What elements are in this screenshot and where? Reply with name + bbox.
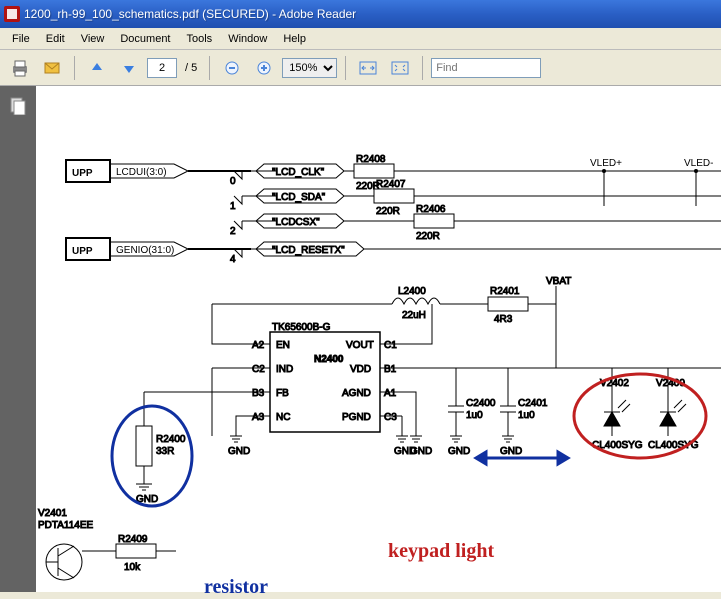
svg-text:C1: C1 [384,340,397,351]
svg-text:TK65600B-G: TK65600B-G [272,322,331,333]
svg-text:A3: A3 [252,412,265,423]
svg-text:C2401: C2401 [518,398,548,409]
svg-text:B3: B3 [252,388,265,399]
window-title: 1200_rh-99_100_schematics.pdf (SECURED) … [24,7,356,21]
svg-text:4R3: 4R3 [494,314,513,325]
svg-text:"LCD_SDA": "LCD_SDA" [272,192,326,203]
svg-text:R2407: R2407 [376,179,406,190]
svg-text:V2401: V2401 [38,508,67,519]
page-total-label: / 5 [181,62,201,74]
svg-text:C2400: C2400 [466,398,496,409]
svg-text:220R: 220R [376,206,400,217]
svg-text:GND: GND [500,446,522,457]
svg-text:2: 2 [230,226,236,237]
svg-text:EN: EN [276,340,290,351]
page-down-button[interactable] [115,54,143,82]
annotation-keypad-light: keypad light [388,540,494,563]
vled-minus: VLED- [684,158,713,169]
svg-text:"LCDCSX": "LCDCSX" [272,217,320,228]
menu-document[interactable]: Document [112,31,178,47]
email-button[interactable] [38,54,66,82]
svg-text:220R: 220R [416,231,440,242]
svg-text:1u0: 1u0 [518,410,535,421]
svg-text:1u0: 1u0 [466,410,483,421]
toolbar-separator [422,56,423,80]
svg-text:A1: A1 [384,388,397,399]
pdf-icon [4,6,20,22]
zoom-out-button[interactable] [218,54,246,82]
schematic-drawing: UPP LCDUI(3:0) UPP GENIO(31:0) [36,86,721,592]
svg-text:AGND: AGND [342,388,371,399]
toolbar-separator [74,56,75,80]
svg-text:22uH: 22uH [402,310,426,321]
svg-text:0: 0 [230,176,236,187]
menu-tools[interactable]: Tools [179,31,221,47]
upp2-label: UPP [72,246,93,257]
pdf-page: UPP LCDUI(3:0) UPP GENIO(31:0) [36,86,721,592]
svg-text:10k: 10k [124,562,141,573]
menu-help[interactable]: Help [275,31,314,47]
menu-file[interactable]: File [4,31,38,47]
menu-bar: File Edit View Document Tools Window Hel… [0,28,721,50]
svg-text:GND: GND [228,446,250,457]
page-number-input[interactable] [147,58,177,78]
print-button[interactable] [6,54,34,82]
svg-text:PGND: PGND [342,412,371,423]
zoom-in-button[interactable] [250,54,278,82]
toolbar-separator [345,56,346,80]
fit-width-button[interactable] [354,54,382,82]
svg-text:NC: NC [276,412,290,423]
window-titlebar: 1200_rh-99_100_schematics.pdf (SECURED) … [0,0,721,28]
svg-text:B1: B1 [384,364,397,375]
vled-plus: VLED+ [590,158,622,169]
document-viewport[interactable]: UPP LCDUI(3:0) UPP GENIO(31:0) [36,86,721,592]
svg-text:R2406: R2406 [416,204,446,215]
upp2-signal: GENIO(31:0) [116,245,174,256]
svg-text:R2409: R2409 [118,534,148,545]
svg-text:PDTA114EE: PDTA114EE [38,520,94,531]
svg-text:GND: GND [410,446,432,457]
fit-page-button[interactable] [386,54,414,82]
annotation-resistor: resistor [204,576,268,599]
svg-text:FB: FB [276,388,289,399]
toolbar-separator [209,56,210,80]
svg-text:R2400: R2400 [156,434,186,445]
svg-text:4: 4 [230,254,236,265]
sidebar [0,86,36,592]
upp1-label: UPP [72,168,93,179]
svg-text:"LCD_CLK": "LCD_CLK" [272,167,325,178]
vbat: VBAT [546,276,571,287]
upp1-signal: LCDUI(3:0) [116,167,167,178]
svg-text:IND: IND [276,364,293,375]
svg-text:VOUT: VOUT [346,340,374,351]
menu-view[interactable]: View [73,31,113,47]
svg-text:R2401: R2401 [490,286,520,297]
find-input[interactable] [431,58,541,78]
pages-panel-tab[interactable] [6,94,30,118]
menu-window[interactable]: Window [220,31,275,47]
svg-text:1: 1 [230,201,236,212]
svg-text:L2400: L2400 [398,286,426,297]
svg-text:C3: C3 [384,412,397,423]
svg-text:R2408: R2408 [356,154,386,165]
zoom-select[interactable]: 150% [282,58,337,78]
content-area: UPP LCDUI(3:0) UPP GENIO(31:0) [0,86,721,592]
svg-text:"LCD_RESETX": "LCD_RESETX" [272,245,345,256]
menu-edit[interactable]: Edit [38,31,73,47]
toolbar: / 5 150% [0,50,721,86]
svg-text:N2400: N2400 [314,354,344,365]
svg-text:C2: C2 [252,364,265,375]
svg-text:GND: GND [448,446,470,457]
svg-text:33R: 33R [156,446,174,457]
page-up-button[interactable] [83,54,111,82]
svg-text:VDD: VDD [350,364,371,375]
svg-text:A2: A2 [252,340,265,351]
